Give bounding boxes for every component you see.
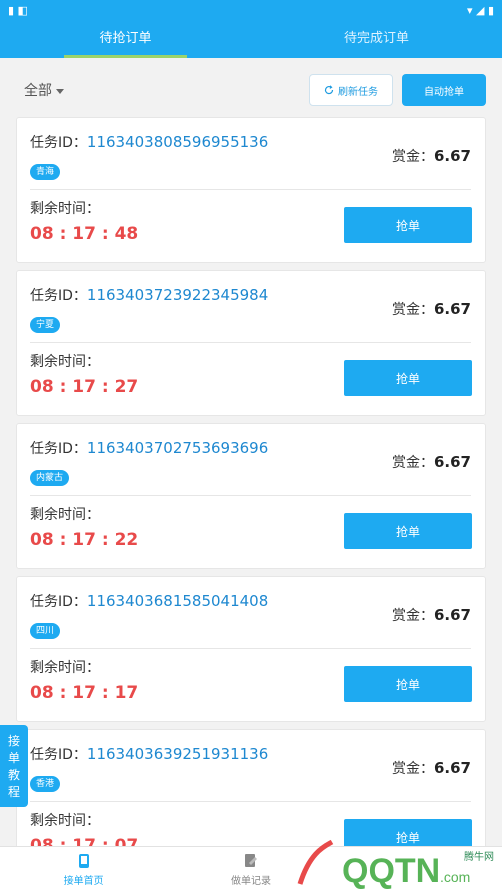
remaining-time-label: 剩余时间：: [30, 660, 100, 676]
nav-home[interactable]: 接单首页: [0, 847, 167, 892]
filter-bar: 全部 刷新任务 自动抢单: [0, 58, 502, 116]
bounty-label: 赏金：: [391, 608, 434, 624]
task-id-label: 任务ID：: [30, 441, 87, 457]
remaining-time-label: 剩余时间：: [30, 507, 100, 523]
order-card: 任务ID：1163403681585041408 赏金：6.67 四川 剩余时间…: [16, 576, 486, 722]
task-id: 任务ID：1163403702753693696: [30, 438, 268, 458]
caret-down-icon: [56, 88, 64, 94]
region-tag: 内蒙古: [30, 470, 70, 486]
bounty-value: 6.67: [433, 759, 471, 777]
order-card: 任务ID：1163403702753693696 赏金：6.67 内蒙古 剩余时…: [16, 423, 486, 569]
divider: [30, 801, 471, 802]
tab-pending-complete[interactable]: 待完成订单: [251, 22, 502, 58]
remaining-time-value: 08 : 17 : 17: [30, 683, 139, 703]
grab-order-button[interactable]: 抢单: [344, 360, 472, 396]
nav-records-label: 做单记录: [230, 876, 271, 887]
bounty-label: 赏金：: [391, 455, 434, 471]
task-id: 任务ID：1163403681585041408: [30, 591, 268, 611]
divider: [30, 495, 471, 496]
tutorial-float-button[interactable]: 接单教程: [0, 725, 28, 807]
region-tag: 四川: [30, 623, 61, 639]
task-id-value: 1163403681585041408: [86, 592, 269, 610]
bounty: 赏金：6.67: [392, 146, 471, 166]
order-tabs: 待抢订单 待完成订单: [0, 22, 502, 58]
status-bar: ▮ ◧ ▾ ◢ ▮: [0, 0, 502, 22]
bounty: 赏金：6.67: [392, 605, 471, 625]
region-tag: 青海: [30, 164, 61, 180]
grab-order-button[interactable]: 抢单: [344, 666, 472, 702]
order-card: 任务ID：1163403723922345984 赏金：6.67 宁夏 剩余时间…: [16, 270, 486, 416]
remaining-time-label: 剩余时间：: [30, 813, 100, 829]
refresh-tasks-label: 刷新任务: [338, 86, 378, 98]
order-card: 任务ID：1163403808596955136 赏金：6.67 青海 剩余时间…: [16, 117, 486, 263]
divider: [30, 342, 471, 343]
svg-text:QQTN: QQTN: [342, 852, 440, 890]
task-id: 任务ID：1163403639251931136: [30, 744, 268, 764]
region-filter-label: 全部: [24, 83, 52, 99]
system-icons: ▾ ◢ ▮: [466, 4, 494, 17]
watermark: QQTN .com 腾牛网: [290, 832, 502, 892]
task-id-value: 1163403702753693696: [86, 439, 269, 457]
task-id-label: 任务ID：: [30, 135, 87, 151]
notification-icon: ▮ ◧: [8, 4, 28, 17]
auto-grab-button[interactable]: 自动抢单: [402, 74, 486, 106]
divider: [30, 648, 471, 649]
task-id: 任务ID：1163403723922345984: [30, 285, 268, 305]
edit-icon: [244, 854, 257, 867]
bounty-label: 赏金：: [391, 761, 434, 777]
region-tag: 香港: [30, 776, 61, 792]
bounty-value: 6.67: [433, 300, 471, 318]
bounty-value: 6.67: [433, 606, 471, 624]
bounty-value: 6.67: [433, 453, 471, 471]
task-id-value: 1163403723922345984: [86, 286, 269, 304]
tutorial-label: 接单教程: [7, 734, 20, 799]
bounty-label: 赏金：: [391, 302, 434, 318]
remaining-time-label: 剩余时间：: [30, 354, 100, 370]
svg-text:.com: .com: [440, 869, 470, 885]
bounty: 赏金：6.67: [392, 452, 471, 472]
bounty-value: 6.67: [433, 147, 471, 165]
bounty-label: 赏金：: [391, 149, 434, 165]
bounty: 赏金：6.67: [392, 758, 471, 778]
task-id: 任务ID：1163403808596955136: [30, 132, 268, 152]
divider: [30, 189, 471, 190]
remaining-time-value: 08 : 17 : 48: [30, 224, 139, 244]
task-id-value: 1163403808596955136: [86, 133, 269, 151]
remaining-time-label: 剩余时间：: [30, 201, 100, 217]
remaining-time-value: 08 : 17 : 22: [30, 530, 139, 550]
task-id-label: 任务ID：: [30, 594, 87, 610]
bounty: 赏金：6.67: [392, 299, 471, 319]
task-id-label: 任务ID：: [30, 747, 87, 763]
region-filter-dropdown[interactable]: 全部: [24, 80, 64, 100]
nav-home-label: 接单首页: [63, 876, 104, 887]
grab-order-button[interactable]: 抢单: [344, 513, 472, 549]
task-id-label: 任务ID：: [30, 288, 87, 304]
task-id-value: 1163403639251931136: [86, 745, 269, 763]
remaining-time-value: 08 : 17 : 27: [30, 377, 139, 397]
watermark-text: 腾牛网: [464, 852, 494, 863]
grab-order-button[interactable]: 抢单: [344, 207, 472, 243]
phone-icon: [78, 854, 89, 868]
region-tag: 宁夏: [30, 317, 61, 333]
tab-pending-grab[interactable]: 待抢订单: [0, 22, 251, 58]
refresh-icon: [324, 85, 334, 95]
refresh-tasks-button[interactable]: 刷新任务: [309, 74, 393, 106]
